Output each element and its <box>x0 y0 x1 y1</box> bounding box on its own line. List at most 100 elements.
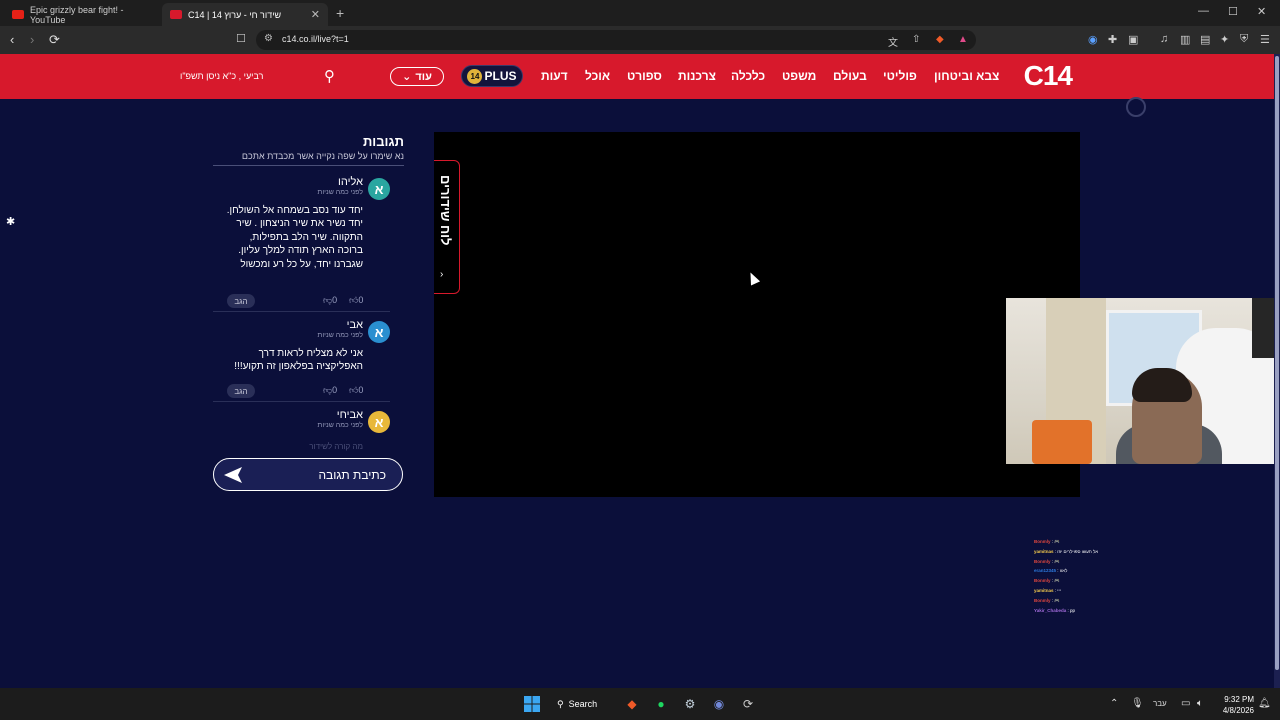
nav-politics[interactable]: פוליטי <box>883 69 917 83</box>
nav-world[interactable]: בעולם <box>833 69 867 83</box>
brave-browser-icon[interactable]: ◆ <box>623 695 641 713</box>
chat-line: Yakir_Chabeda : pp <box>1034 606 1154 616</box>
comment-actions: הגב 👎︎0 👍︎0 <box>227 294 387 308</box>
vpn-icon[interactable]: ⛨ <box>1240 33 1248 46</box>
chat-message: : אל תעשו ספוילרים יוזו <box>1054 548 1099 554</box>
windows-start-icon[interactable] <box>523 695 541 713</box>
webcam-orange-object <box>1032 420 1092 464</box>
chat-line: Bonmly : 🎮 <box>1034 596 1154 606</box>
music-icon[interactable]: ♫ <box>1160 33 1168 45</box>
steam-icon[interactable]: ⚙ <box>681 695 699 713</box>
maximize-button[interactable]: ☐ <box>1228 5 1238 18</box>
minimize-button[interactable]: — <box>1198 5 1209 17</box>
network-icon[interactable]: ▭ <box>1181 698 1190 709</box>
nav-food[interactable]: אוכל <box>585 69 610 83</box>
close-tab-icon[interactable]: ✕ <box>311 8 320 21</box>
brave-shields-icon[interactable]: ◆ <box>936 34 944 45</box>
discord-icon[interactable]: ◉ <box>710 695 728 713</box>
comments-divider <box>213 165 404 166</box>
new-tab-button[interactable]: + <box>336 5 344 21</box>
comments-panel: תגובות נא שימרו על שפה נקייה אשר מכבדת א… <box>213 133 404 493</box>
extensions-icon[interactable]: ✚ <box>1108 33 1117 46</box>
nav-opinions[interactable]: דעות <box>541 69 568 83</box>
c14-plus-button[interactable]: 14 PLUS <box>461 65 523 87</box>
taskbar-search-label: Search <box>568 699 598 709</box>
chat-message: : 🎮 <box>1051 578 1060 584</box>
taskbar-search[interactable]: ⚲ Search <box>557 694 605 714</box>
nav-consumer[interactable]: צרכנות <box>678 69 716 83</box>
accessibility-icon[interactable]: ✱ <box>6 215 20 229</box>
chat-user: Yakir_Chabeda <box>1034 607 1067 613</box>
tab-title: שידור חי - ערוץ 14 | C14 <box>188 9 282 20</box>
close-window-button[interactable]: ✕ <box>1257 5 1266 18</box>
tab-youtube[interactable]: Epic grizzly bear fight! - YouTube <box>4 3 160 26</box>
back-button[interactable]: ‹ <box>10 32 14 47</box>
brave-rewards-icon[interactable]: ▲ <box>958 34 968 45</box>
translate-icon[interactable]: 文 <box>888 34 898 49</box>
leo-ai-icon[interactable]: ✦ <box>1220 33 1229 46</box>
clock-time: 9:32 PM <box>1224 695 1254 704</box>
scrollbar-thumb[interactable] <box>1275 56 1279 670</box>
like-count: 0 <box>358 385 364 395</box>
forward-button[interactable]: › <box>30 32 34 47</box>
reply-button[interactable]: הגב <box>227 294 255 308</box>
nav-economy[interactable]: כלכלה <box>731 69 765 83</box>
tray-chevron-up-icon[interactable]: ⌃ <box>1110 698 1118 709</box>
share-icon[interactable]: ⇧ <box>912 34 920 45</box>
comment-divider <box>213 311 390 312</box>
like-button[interactable]: 👍︎0 <box>349 295 363 306</box>
taskbar-clock[interactable]: 9:32 PM 4/8/2026 <box>1223 694 1254 716</box>
search-icon[interactable]: ⚲ <box>324 67 335 85</box>
plus-label: PLUS <box>484 69 517 83</box>
loading-spinner-icon <box>1126 97 1146 117</box>
url-text[interactable]: c14.co.il/live?t=1 <box>282 34 349 44</box>
like-button[interactable]: 👍︎0 <box>349 385 363 396</box>
chat-message: : 🎮 <box>1051 597 1060 603</box>
comment-body: אני לא מצליח לראות דרך האפליקציה בפלאפון… <box>234 348 363 373</box>
header-date: רביעי , כ"א ניסן תשפ"ו <box>180 71 264 81</box>
url-bar[interactable]: ⚙ c14.co.il/live?t=1 文 ⇧ ◆ ▲ <box>256 30 976 50</box>
bookmark-icon[interactable]: ☐ <box>236 32 246 45</box>
spotify-icon[interactable]: ● <box>652 695 670 713</box>
site-settings-icon[interactable]: ⚙ <box>264 33 273 44</box>
chat-user: yamitnas <box>1034 548 1054 554</box>
volume-icon[interactable]: 🔈︎ <box>1197 698 1203 709</box>
sidebar-icon[interactable]: ▥ <box>1180 33 1190 46</box>
dislike-button[interactable]: 👎︎0 <box>323 295 337 306</box>
comment-author: אביחי <box>336 409 363 421</box>
comment-body: יחד עוד נסב בשמחה אל השולחן. יחד נשיר את… <box>226 205 363 270</box>
notifications-icon[interactable]: 🔔︎ <box>1258 698 1271 709</box>
more-menu-button[interactable]: ⌄ עוד <box>390 67 444 86</box>
chat-message: : 🎮 <box>1051 539 1060 544</box>
audio-icon[interactable]: ◉ <box>1088 33 1098 46</box>
chat-line: Bonmly : 🎮 <box>1034 576 1154 586</box>
tab-title: Epic grizzly bear fight! - YouTube <box>30 4 124 25</box>
reply-button[interactable]: הגב <box>227 384 255 398</box>
write-comment-label: כתיבת תגובה <box>318 468 386 482</box>
comment-author: אליהו <box>338 176 363 188</box>
nav-law[interactable]: משפט <box>782 69 816 83</box>
chat-user: Bonmly <box>1034 578 1051 584</box>
comment-actions: הגב 👎︎0 👍︎0 <box>227 384 387 398</box>
dislike-button[interactable]: 👎︎0 <box>323 385 337 396</box>
microphone-icon[interactable]: 🎙︎ <box>1131 698 1144 709</box>
dislike-count: 0 <box>332 295 338 305</box>
nav-sport[interactable]: ספורט <box>627 69 662 83</box>
menu-icon[interactable]: ☰ <box>1260 33 1270 46</box>
chevron-right-icon: › <box>440 269 444 280</box>
wallet-icon[interactable]: ▣ <box>1128 33 1138 46</box>
reload-icon[interactable]: ⟳ <box>49 32 60 48</box>
tabs-icon[interactable]: ▤ <box>1200 33 1210 46</box>
webcam-overlay <box>1006 298 1280 464</box>
nav-security[interactable]: צבא וביטחון <box>934 69 999 83</box>
app-icon[interactable]: ⟳ <box>739 695 757 713</box>
chat-message: : לאוו <box>1057 568 1068 574</box>
write-comment-button[interactable]: כתיבת תגובה <box>213 458 403 491</box>
tab-c14-live[interactable]: שידור חי - ערוץ 14 | C14 ✕ <box>162 3 328 26</box>
chat-user: Bonmly <box>1034 558 1051 564</box>
broadcast-schedule-tab[interactable]: לוח שידורים › <box>434 160 460 294</box>
chat-user: Bonmly <box>1034 539 1051 544</box>
language-indicator[interactable]: עבר <box>1153 699 1167 708</box>
c14-logo[interactable]: C14 <box>1024 60 1073 92</box>
video-player[interactable] <box>434 132 1080 497</box>
